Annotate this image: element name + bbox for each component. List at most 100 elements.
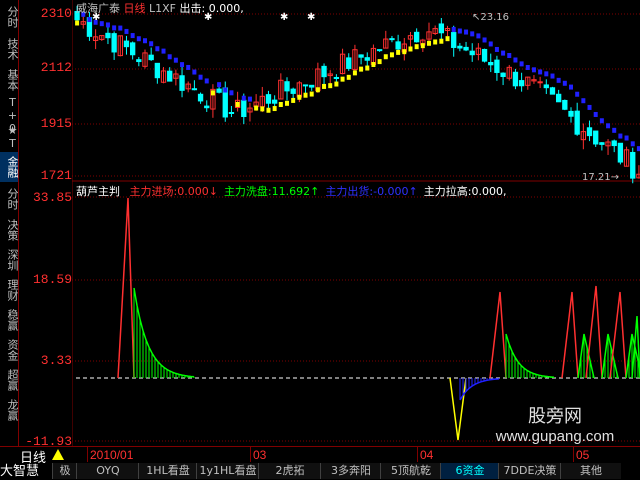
date-tick xyxy=(87,447,88,462)
candle-body xyxy=(389,38,395,41)
candle-body xyxy=(457,45,463,49)
ma-dot xyxy=(297,94,302,100)
ma-dot xyxy=(365,65,370,71)
sidebar-tab-1[interactable]: 技术 xyxy=(0,34,19,64)
ma-dot xyxy=(352,70,357,76)
ma-dot xyxy=(118,25,123,31)
indicator-axis-label: 3.33 xyxy=(40,353,72,368)
ma-dot xyxy=(396,49,401,55)
ma-dot xyxy=(606,123,611,129)
ma-dot xyxy=(254,105,259,111)
sidebar-tab-3[interactable]: T+0 xyxy=(0,96,19,135)
candle-body xyxy=(481,48,488,62)
bottom-tab-2[interactable]: 1HL看盘 xyxy=(138,463,197,479)
ma-dot xyxy=(433,39,438,45)
ma-dot xyxy=(229,90,234,96)
candle-body xyxy=(204,105,210,109)
ma-dot xyxy=(130,33,135,39)
sidebar-tab-2[interactable]: 基本 xyxy=(0,66,19,94)
ma-dot xyxy=(223,87,228,93)
ma-dot xyxy=(464,29,469,35)
sidebar-tab-13[interactable]: 龙赢 xyxy=(0,396,19,424)
sidebar-tab-8[interactable]: 深圳 xyxy=(0,246,19,274)
candle-body xyxy=(241,99,247,118)
ma-dot xyxy=(210,90,215,96)
candle-body xyxy=(611,140,617,147)
indicator-field-value: 0.000↓ xyxy=(177,185,218,198)
bottom-tab-6[interactable]: 5顶航乾 xyxy=(380,463,441,479)
ma-dot xyxy=(383,54,388,60)
ma-dot xyxy=(155,46,160,52)
ma-dot xyxy=(136,36,141,42)
indicator-title: 葫芦主判 xyxy=(76,185,120,198)
ma-dot xyxy=(204,78,209,84)
bottom-tab-4[interactable]: 2虎拓 xyxy=(258,463,321,479)
ma-dot xyxy=(173,57,178,63)
ma-dot xyxy=(482,37,487,43)
bottom-tab-9[interactable]: 其他 xyxy=(560,463,621,479)
chart-area[interactable]: ✱ ✱ ✱ ✱ ↖23.16 17.21→ 威海广泰 日线 L1XF 出击: 0.000,… xyxy=(72,0,640,446)
bottom-tab-8[interactable]: 7DDE决策 xyxy=(498,463,561,479)
sidebar-tab-9[interactable]: 理财 xyxy=(0,276,19,304)
candle-body xyxy=(438,23,445,34)
price-axis-label: 2310 xyxy=(40,6,72,21)
candle-body xyxy=(494,59,500,73)
signal-star-icon: ✱ xyxy=(280,12,288,23)
ma-dot xyxy=(569,84,573,90)
entry-spike xyxy=(561,291,579,379)
candle-body xyxy=(463,46,469,51)
indicator-field-label: 主力洗盘: xyxy=(223,185,272,198)
bottom-tab-row: 极 OYQ 1HL看盘 1y1HL看盘 2虎拓 3多奔阳 5顶航乾 6资金 7DDE决策 其他 xyxy=(0,463,640,480)
candle-body xyxy=(284,81,290,92)
sidebar-tab-6[interactable]: 分时 xyxy=(0,184,19,214)
ma-dot xyxy=(143,38,147,44)
candle-body xyxy=(228,111,235,114)
indicator-field-value: 0.000, xyxy=(471,185,507,198)
candle-body xyxy=(265,94,272,104)
candle-body xyxy=(413,31,420,43)
candle-body xyxy=(574,110,580,135)
price-axis-label: 2112 xyxy=(40,60,72,75)
bottom-tab-7[interactable]: 6资金 xyxy=(440,463,499,479)
high-annotation: ↖23.16 xyxy=(472,12,509,23)
sidebar-tab-11[interactable]: 资金 xyxy=(0,336,19,364)
sidebar-tab-4[interactable]: ★T xyxy=(0,124,19,150)
indicator-header: 葫芦主判 主力进场:0.000↓ 主力洗盘:11.692↑ 主力出货:-0.000↑… xyxy=(76,183,507,199)
candle-body xyxy=(179,75,185,91)
bottom-tab-0[interactable]: 极 xyxy=(52,463,77,479)
ma-dot xyxy=(167,54,172,60)
sidebar-tab-0[interactable]: 分时 xyxy=(0,2,19,32)
low-annotation: 17.21→ xyxy=(582,172,619,183)
sidebar-tab-12[interactable]: 超赢 xyxy=(0,366,19,394)
bottom-tab-3[interactable]: 1y1HL看盘 xyxy=(196,463,259,479)
sidebar-tab-10[interactable]: 稳赢 xyxy=(0,306,19,334)
candle-body xyxy=(512,71,519,87)
candle-body xyxy=(105,32,111,39)
sidebar-tab-7[interactable]: 决策 xyxy=(0,216,19,244)
ma-dot xyxy=(494,46,499,52)
candle-body xyxy=(123,40,130,48)
period-arrow-icon[interactable] xyxy=(52,449,64,460)
ma-dot xyxy=(476,33,481,39)
candle-body xyxy=(364,57,370,61)
y-axis-column: 2310 2112 1915 1721 33.85 18.59 3.33 -11.93 xyxy=(18,0,72,449)
ma-dot xyxy=(291,97,296,103)
ma-dot xyxy=(124,28,129,34)
ma-dot xyxy=(519,61,524,67)
ma-dot xyxy=(285,100,289,106)
candle-body xyxy=(451,32,457,48)
bottom-tab-5[interactable]: 3多奔阳 xyxy=(320,463,381,479)
indicator-axis-label: 33.85 xyxy=(32,190,72,205)
signal-star-icon: ✱ xyxy=(307,12,315,23)
ma-dot xyxy=(587,104,592,110)
ma-dot xyxy=(371,62,376,68)
left-sidebar: 分时 技术 基本 T+0 ★T 金融 分时 决策 深圳 理财 稳赢 资金 超赢 龙赢 xyxy=(0,0,19,446)
sidebar-tab-5[interactable]: 金融 xyxy=(0,152,19,182)
candle-body xyxy=(191,88,198,91)
wash-curve xyxy=(631,315,640,379)
ma-dot xyxy=(359,66,364,72)
candle-body xyxy=(154,62,161,79)
bottom-tab-1[interactable]: OYQ xyxy=(76,463,139,479)
ma-dot xyxy=(309,91,314,97)
date-label: 04 xyxy=(420,448,434,462)
